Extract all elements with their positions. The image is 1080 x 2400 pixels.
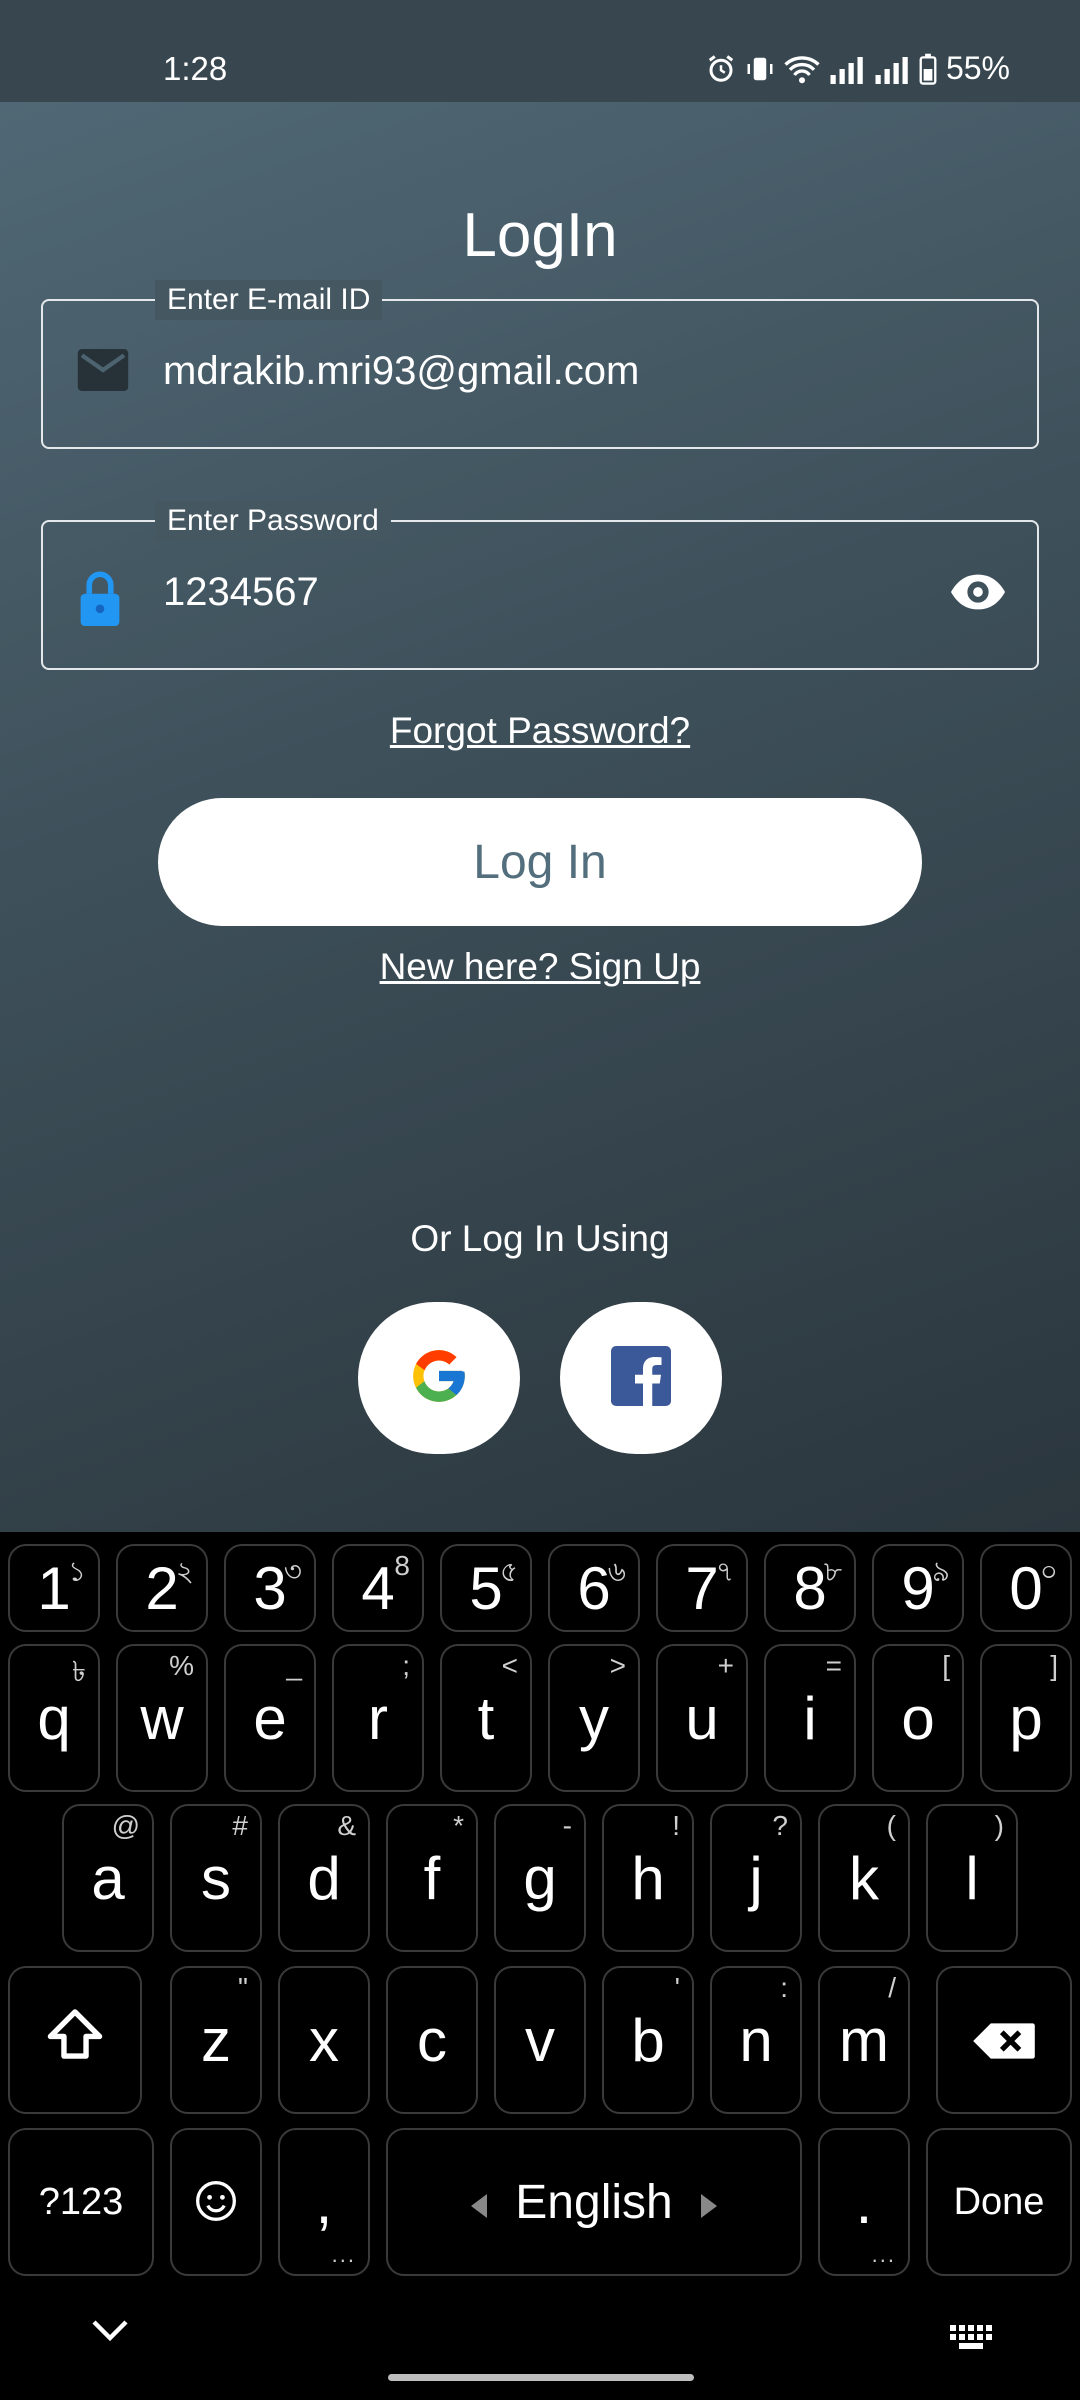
wifi-icon bbox=[784, 54, 820, 84]
facebook-login-button[interactable] bbox=[560, 1302, 722, 1454]
key-4[interactable]: 48 bbox=[332, 1544, 424, 1632]
arrow-right-icon bbox=[700, 2175, 717, 2230]
backspace-icon bbox=[971, 2006, 1037, 2075]
key-r[interactable]: r; bbox=[332, 1644, 424, 1792]
mail-icon bbox=[77, 349, 129, 396]
key-7[interactable]: 7৭ bbox=[656, 1544, 748, 1632]
key-2[interactable]: 2২ bbox=[116, 1544, 208, 1632]
login-button[interactable]: Log In bbox=[158, 798, 922, 926]
email-field[interactable]: Enter E-mail ID mdrakib.mri93@gmail.com bbox=[41, 280, 1039, 449]
key-x[interactable]: x bbox=[278, 1966, 370, 2114]
battery-percent: 55% bbox=[945, 50, 1010, 86]
lock-icon bbox=[77, 570, 123, 631]
status-icons: 55% bbox=[706, 50, 1010, 87]
emoji-key[interactable] bbox=[170, 2128, 262, 2276]
key-3[interactable]: 3৩ bbox=[224, 1544, 316, 1632]
key-p[interactable]: p] bbox=[980, 1644, 1072, 1792]
shift-key[interactable] bbox=[8, 1966, 142, 2114]
key-5[interactable]: 5৫ bbox=[440, 1544, 532, 1632]
login-screen: LogIn Enter E-mail ID mdrakib.mri93@gmai… bbox=[0, 102, 1080, 1532]
password-input[interactable]: 1234567 bbox=[163, 570, 319, 615]
eye-icon[interactable] bbox=[949, 572, 1007, 617]
key-0[interactable]: 0০ bbox=[980, 1544, 1072, 1632]
key-1[interactable]: 1১ bbox=[8, 1544, 100, 1632]
period-key[interactable]: .... bbox=[818, 2128, 910, 2276]
done-key[interactable]: Done bbox=[926, 2128, 1072, 2276]
key-z[interactable]: z " bbox=[170, 1966, 262, 2114]
signup-link[interactable]: New here? Sign Up bbox=[0, 946, 1080, 988]
comma-key[interactable]: ,... bbox=[278, 2128, 370, 2276]
key-u[interactable]: u + bbox=[656, 1644, 748, 1792]
key-d[interactable]: d & bbox=[278, 1804, 370, 1952]
email-label: Enter E-mail ID bbox=[155, 280, 383, 320]
signal-icon-2 bbox=[874, 54, 910, 84]
key-q[interactable]: q ৳ bbox=[8, 1644, 100, 1792]
page-title: LogIn bbox=[462, 201, 618, 270]
backspace-key[interactable] bbox=[936, 1966, 1072, 2114]
chevron-down-icon[interactable] bbox=[92, 2320, 128, 2347]
key-e[interactable]: e _ bbox=[224, 1644, 316, 1792]
key-g[interactable]: g- bbox=[494, 1804, 586, 1952]
password-field[interactable]: Enter Password 1234567 bbox=[41, 501, 1039, 670]
key-s[interactable]: s # bbox=[170, 1804, 262, 1952]
vibrate-icon bbox=[745, 54, 775, 84]
facebook-icon bbox=[611, 1345, 671, 1411]
key-a[interactable]: a @ bbox=[62, 1804, 154, 1952]
shift-icon bbox=[45, 2006, 105, 2075]
key-l[interactable]: l) bbox=[926, 1804, 1018, 1952]
key-c[interactable]: c bbox=[386, 1966, 478, 2114]
key-t[interactable]: t < bbox=[440, 1644, 532, 1792]
key-h[interactable]: h! bbox=[602, 1804, 694, 1952]
emoji-icon bbox=[194, 2168, 238, 2237]
key-v[interactable]: v bbox=[494, 1966, 586, 2114]
arrow-left-icon bbox=[471, 2175, 488, 2230]
battery-icon bbox=[919, 53, 937, 85]
key-9[interactable]: 9৯ bbox=[872, 1544, 964, 1632]
symbols-key[interactable]: ?123 bbox=[8, 2128, 154, 2276]
forgot-password-link[interactable]: Forgot Password? bbox=[0, 710, 1080, 752]
key-i[interactable]: i = bbox=[764, 1644, 856, 1792]
key-6[interactable]: 6৬ bbox=[548, 1544, 640, 1632]
key-n[interactable]: n: bbox=[710, 1966, 802, 2114]
google-icon bbox=[408, 1345, 470, 1412]
alarm-icon bbox=[706, 54, 736, 84]
key-o[interactable]: o[ bbox=[872, 1644, 964, 1792]
home-indicator[interactable] bbox=[388, 2374, 694, 2381]
key-8[interactable]: 8৮ bbox=[764, 1544, 856, 1632]
status-bar: 1:28 55% bbox=[0, 0, 1080, 102]
key-b[interactable]: b ' bbox=[602, 1966, 694, 2114]
key-k[interactable]: k( bbox=[818, 1804, 910, 1952]
key-f[interactable]: f * bbox=[386, 1804, 478, 1952]
password-label: Enter Password bbox=[155, 501, 391, 541]
key-m[interactable]: m / bbox=[818, 1966, 910, 2114]
signal-icon bbox=[829, 54, 865, 84]
email-input[interactable]: mdrakib.mri93@gmail.com bbox=[163, 349, 639, 394]
space-language-label: English bbox=[515, 2175, 673, 2229]
google-login-button[interactable] bbox=[358, 1302, 520, 1454]
keyboard: 1১ 2২ 3৩ 48 5৫ 6৬ 7৭ 8৮ 9৯ 0০ q ৳ w% e _ r… bbox=[0, 1532, 1080, 2400]
keyboard-icon[interactable] bbox=[950, 2325, 994, 2356]
status-time: 1:28 bbox=[163, 50, 228, 87]
space-key[interactable]: English bbox=[386, 2128, 802, 2276]
or-login-label: Or Log In Using bbox=[410, 1218, 670, 1259]
key-w[interactable]: w% bbox=[116, 1644, 208, 1792]
key-j[interactable]: j? bbox=[710, 1804, 802, 1952]
key-y[interactable]: y > bbox=[548, 1644, 640, 1792]
